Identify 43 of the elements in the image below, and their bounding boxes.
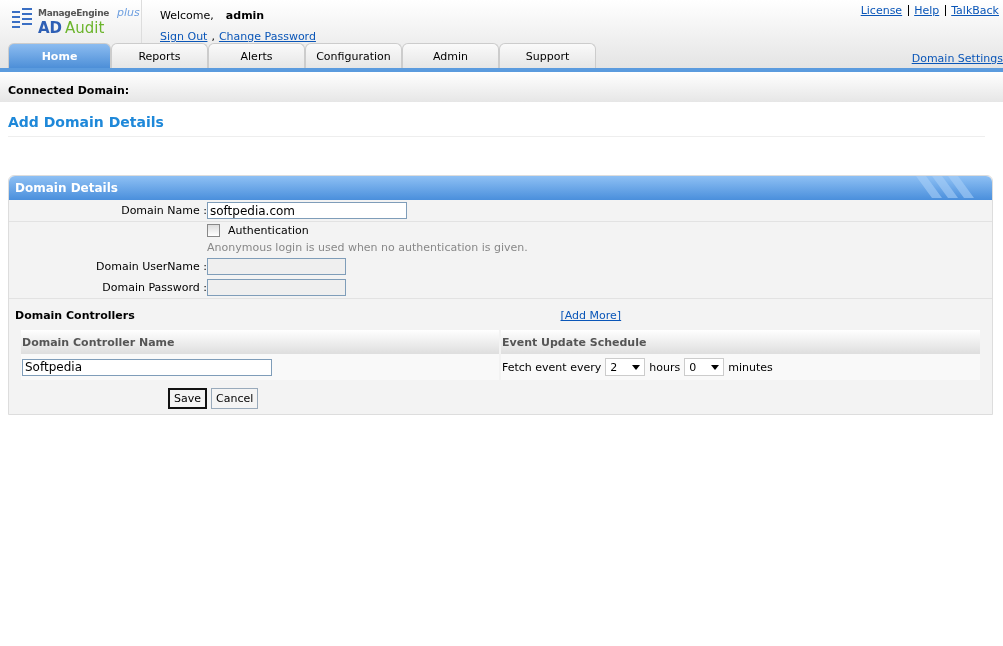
section-title: Domain Controllers: [15, 309, 136, 322]
authentication-checkbox[interactable]: [207, 224, 220, 237]
hours-select[interactable]: 2: [605, 358, 646, 376]
nav-tab[interactable]: Configuration: [305, 43, 402, 68]
nav-tab[interactable]: Support: [499, 43, 596, 68]
panel-header: Domain Details: [9, 176, 992, 200]
minutes-select[interactable]: 0: [684, 358, 725, 376]
schedule-text: Fetch event every: [502, 360, 602, 374]
user-link[interactable]: Change Password: [218, 30, 316, 43]
user-name: admin: [225, 9, 265, 22]
welcome-text: Welcome,: [160, 9, 214, 22]
top-link[interactable]: TalkBack: [951, 4, 999, 17]
logo-product: Audit: [65, 19, 105, 37]
top-link[interactable]: License: [860, 4, 903, 17]
page-title: Add Domain Details: [8, 114, 985, 137]
nav-tab[interactable]: Alerts: [208, 43, 305, 68]
logo-prefix: AD: [38, 19, 63, 37]
domain-name-input[interactable]: softpedia.com: [207, 202, 407, 219]
top-link[interactable]: Help: [914, 4, 940, 17]
logo-brand: ManageEngine: [38, 7, 110, 18]
caret-icon: [711, 364, 720, 370]
caret-icon: [632, 364, 641, 370]
separator-icon: [945, 5, 948, 16]
nav-tab[interactable]: Admin: [402, 43, 499, 68]
controller-name-input[interactable]: Softpedia: [22, 358, 272, 376]
separator-icon: [908, 5, 911, 16]
domain-settings-link[interactable]: Domain Settings: [911, 52, 1003, 65]
form-button[interactable]: Cancel: [211, 388, 259, 409]
logo-edition: plus: [117, 6, 140, 19]
field-label: Domain Name :: [120, 204, 207, 217]
add-more-link[interactable]: [Add More]: [560, 309, 622, 322]
field-label: Domain Password :: [101, 281, 207, 294]
field-label: Domain UserName :: [95, 260, 207, 273]
column-header: Event Update Schedule: [501, 330, 980, 354]
column-header: Domain Controller Name: [21, 330, 499, 354]
checkbox-label: Authentication: [228, 224, 309, 237]
hint-text: Anonymous login is used when no authentication is given.: [207, 241, 529, 254]
nav-tab[interactable]: Reports: [111, 43, 208, 68]
form-button[interactable]: Save: [168, 388, 207, 409]
user-link[interactable]: Sign Out: [160, 30, 208, 43]
unit-label: hours: [649, 360, 681, 374]
unit-label: minutes: [728, 360, 773, 374]
link-separator: ,: [211, 30, 215, 43]
